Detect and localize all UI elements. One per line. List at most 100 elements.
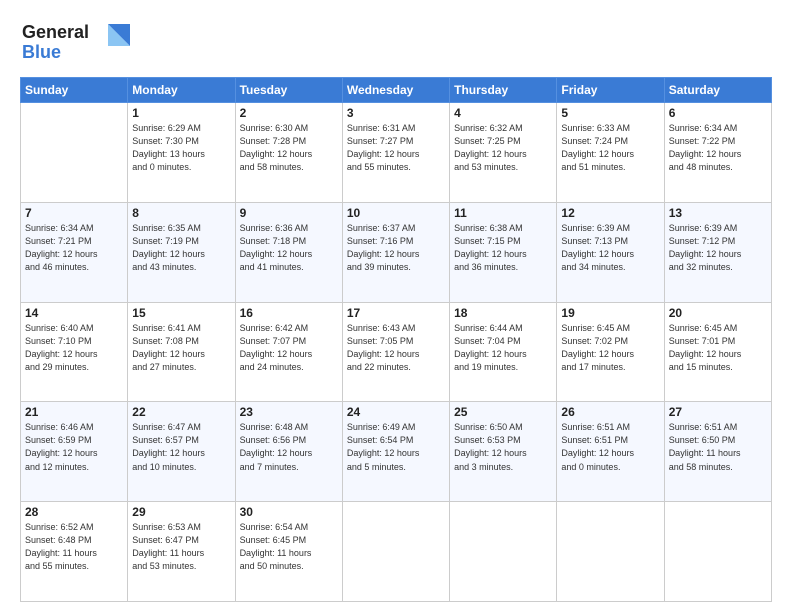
col-header-monday: Monday [128,78,235,103]
day-info: Sunrise: 6:50 AMSunset: 6:53 PMDaylight:… [454,421,552,473]
calendar-cell: 7 Sunrise: 6:34 AMSunset: 7:21 PMDaylight… [21,202,128,302]
day-number: 5 [561,106,659,120]
day-number: 9 [240,206,338,220]
day-info: Sunrise: 6:53 AMSunset: 6:47 PMDaylight:… [132,521,230,573]
day-number: 24 [347,405,445,419]
day-info: Sunrise: 6:29 AMSunset: 7:30 PMDaylight:… [132,122,230,174]
calendar-cell: 16 Sunrise: 6:42 AMSunset: 7:07 PMDayligh… [235,302,342,402]
day-info: Sunrise: 6:31 AMSunset: 7:27 PMDaylight:… [347,122,445,174]
day-info: Sunrise: 6:44 AMSunset: 7:04 PMDaylight:… [454,322,552,374]
day-info: Sunrise: 6:39 AMSunset: 7:12 PMDaylight:… [669,222,767,274]
calendar-cell [342,502,449,602]
calendar-week-2: 7 Sunrise: 6:34 AMSunset: 7:21 PMDaylight… [21,202,772,302]
day-info: Sunrise: 6:49 AMSunset: 6:54 PMDaylight:… [347,421,445,473]
day-number: 23 [240,405,338,419]
calendar-cell: 13 Sunrise: 6:39 AMSunset: 7:12 PMDayligh… [664,202,771,302]
day-info: Sunrise: 6:32 AMSunset: 7:25 PMDaylight:… [454,122,552,174]
day-number: 4 [454,106,552,120]
day-number: 8 [132,206,230,220]
day-number: 16 [240,306,338,320]
calendar-cell: 9 Sunrise: 6:36 AMSunset: 7:18 PMDaylight… [235,202,342,302]
day-info: Sunrise: 6:43 AMSunset: 7:05 PMDaylight:… [347,322,445,374]
day-number: 29 [132,505,230,519]
day-number: 3 [347,106,445,120]
calendar-week-1: 1 Sunrise: 6:29 AMSunset: 7:30 PMDaylight… [21,103,772,203]
day-info: Sunrise: 6:45 AMSunset: 7:01 PMDaylight:… [669,322,767,374]
day-number: 25 [454,405,552,419]
calendar-cell [557,502,664,602]
day-number: 26 [561,405,659,419]
day-info: Sunrise: 6:39 AMSunset: 7:13 PMDaylight:… [561,222,659,274]
day-info: Sunrise: 6:37 AMSunset: 7:16 PMDaylight:… [347,222,445,274]
calendar-week-5: 28 Sunrise: 6:52 AMSunset: 6:48 PMDayligh… [21,502,772,602]
calendar-cell: 4 Sunrise: 6:32 AMSunset: 7:25 PMDaylight… [450,103,557,203]
calendar-week-4: 21Sunrise: 6:46 AMSunset: 6:59 PMDayligh… [21,402,772,502]
day-info: Sunrise: 6:33 AMSunset: 7:24 PMDaylight:… [561,122,659,174]
day-number: 10 [347,206,445,220]
day-number: 13 [669,206,767,220]
calendar-cell: 24 Sunrise: 6:49 AMSunset: 6:54 PMDayligh… [342,402,449,502]
page: General Blue SundayMondayTuesdayWednesda… [0,0,792,612]
day-number: 21 [25,405,123,419]
calendar-week-3: 14 Sunrise: 6:40 AMSunset: 7:10 PMDayligh… [21,302,772,402]
col-header-tuesday: Tuesday [235,78,342,103]
day-number: 15 [132,306,230,320]
day-number: 20 [669,306,767,320]
calendar-cell: 1 Sunrise: 6:29 AMSunset: 7:30 PMDaylight… [128,103,235,203]
col-header-friday: Friday [557,78,664,103]
day-number: 30 [240,505,338,519]
day-info: Sunrise: 6:41 AMSunset: 7:08 PMDaylight:… [132,322,230,374]
calendar-cell: 10 Sunrise: 6:37 AMSunset: 7:16 PMDayligh… [342,202,449,302]
calendar-cell: 30 Sunrise: 6:54 AMSunset: 6:45 PMDayligh… [235,502,342,602]
logo-text: General Blue [20,16,130,69]
day-number: 19 [561,306,659,320]
calendar-cell: 6Sunrise: 6:34 AMSunset: 7:22 PMDaylight… [664,103,771,203]
calendar-cell: 26Sunrise: 6:51 AMSunset: 6:51 PMDayligh… [557,402,664,502]
svg-text:General: General [22,22,89,42]
day-number: 27 [669,405,767,419]
day-number: 12 [561,206,659,220]
calendar-cell: 17 Sunrise: 6:43 AMSunset: 7:05 PMDayligh… [342,302,449,402]
day-info: Sunrise: 6:34 AMSunset: 7:21 PMDaylight:… [25,222,123,274]
calendar-cell: 8Sunrise: 6:35 AMSunset: 7:19 PMDaylight… [128,202,235,302]
day-number: 14 [25,306,123,320]
calendar-cell [21,103,128,203]
col-header-sunday: Sunday [21,78,128,103]
calendar-cell: 5 Sunrise: 6:33 AMSunset: 7:24 PMDaylight… [557,103,664,203]
header: General Blue [20,16,772,69]
day-number: 28 [25,505,123,519]
day-info: Sunrise: 6:54 AMSunset: 6:45 PMDaylight:… [240,521,338,573]
day-info: Sunrise: 6:47 AMSunset: 6:57 PMDaylight:… [132,421,230,473]
calendar-cell: 27Sunrise: 6:51 AMSunset: 6:50 PMDayligh… [664,402,771,502]
day-number: 1 [132,106,230,120]
day-number: 18 [454,306,552,320]
day-number: 7 [25,206,123,220]
calendar-cell [664,502,771,602]
calendar-cell [450,502,557,602]
calendar-cell: 20 Sunrise: 6:45 AMSunset: 7:01 PMDayligh… [664,302,771,402]
day-info: Sunrise: 6:48 AMSunset: 6:56 PMDaylight:… [240,421,338,473]
col-header-wednesday: Wednesday [342,78,449,103]
calendar-cell: 29 Sunrise: 6:53 AMSunset: 6:47 PMDayligh… [128,502,235,602]
calendar-cell: 3 Sunrise: 6:31 AMSunset: 7:27 PMDaylight… [342,103,449,203]
calendar-cell: 15 Sunrise: 6:41 AMSunset: 7:08 PMDayligh… [128,302,235,402]
day-info: Sunrise: 6:42 AMSunset: 7:07 PMDaylight:… [240,322,338,374]
calendar-cell: 19 Sunrise: 6:45 AMSunset: 7:02 PMDayligh… [557,302,664,402]
day-number: 17 [347,306,445,320]
day-info: Sunrise: 6:45 AMSunset: 7:02 PMDaylight:… [561,322,659,374]
day-info: Sunrise: 6:52 AMSunset: 6:48 PMDaylight:… [25,521,123,573]
calendar-cell: 23 Sunrise: 6:48 AMSunset: 6:56 PMDayligh… [235,402,342,502]
calendar-cell: 28 Sunrise: 6:52 AMSunset: 6:48 PMDayligh… [21,502,128,602]
day-info: Sunrise: 6:40 AMSunset: 7:10 PMDaylight:… [25,322,123,374]
day-number: 11 [454,206,552,220]
day-number: 2 [240,106,338,120]
logo: General Blue [20,16,130,69]
calendar-cell: 12 Sunrise: 6:39 AMSunset: 7:13 PMDayligh… [557,202,664,302]
day-info: Sunrise: 6:38 AMSunset: 7:15 PMDaylight:… [454,222,552,274]
calendar-cell: 21Sunrise: 6:46 AMSunset: 6:59 PMDayligh… [21,402,128,502]
day-number: 22 [132,405,230,419]
calendar-cell: 2Sunrise: 6:30 AMSunset: 7:28 PMDaylight… [235,103,342,203]
day-info: Sunrise: 6:36 AMSunset: 7:18 PMDaylight:… [240,222,338,274]
calendar-header-row: SundayMondayTuesdayWednesdayThursdayFrid… [21,78,772,103]
calendar-cell: 14 Sunrise: 6:40 AMSunset: 7:10 PMDayligh… [21,302,128,402]
